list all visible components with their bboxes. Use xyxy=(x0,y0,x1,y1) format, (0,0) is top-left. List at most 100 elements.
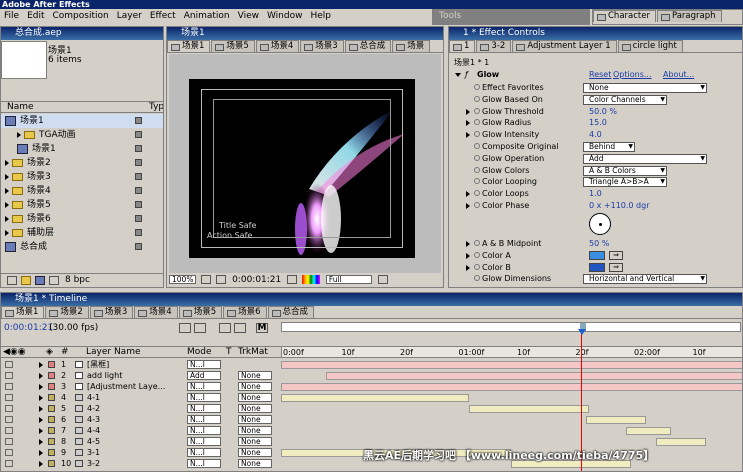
visibility-icon[interactable] xyxy=(5,361,13,368)
expand-icon[interactable] xyxy=(39,395,43,401)
layer-name[interactable]: 4-2 xyxy=(87,403,100,414)
stopwatch-icon[interactable] xyxy=(474,166,480,173)
layer-name[interactable]: add light xyxy=(87,370,122,381)
ec-tab-3-2[interactable]: 3-2 xyxy=(476,40,512,52)
tl-tab-4[interactable]: 场景4 xyxy=(134,306,178,318)
expand-glow-icon[interactable] xyxy=(455,73,461,77)
frame-blend-icon[interactable] xyxy=(234,323,246,333)
visibility-icon[interactable] xyxy=(5,449,13,456)
layer-name[interactable]: 3-2 xyxy=(87,458,100,469)
zoom-dropdown[interactable]: 100% xyxy=(169,275,197,284)
comp-timecode[interactable]: 0:00:01:21 xyxy=(232,275,281,285)
label-swatch[interactable] xyxy=(135,187,142,194)
stopwatch-icon[interactable] xyxy=(474,275,480,282)
blend-mode-dropdown[interactable]: Add xyxy=(187,371,221,380)
menu-animation[interactable]: Animation xyxy=(184,11,230,21)
layer-duration-bar[interactable] xyxy=(469,405,589,413)
trkmat-col[interactable]: TrkMat xyxy=(238,347,268,358)
property-value[interactable]: 4.0 xyxy=(589,129,602,141)
layer-row[interactable]: 1 [黑框] N...l xyxy=(1,359,742,370)
playhead-icon[interactable] xyxy=(578,329,586,335)
visibility-icon[interactable] xyxy=(5,383,13,390)
tl-tab-1[interactable]: 场景1 xyxy=(1,306,45,318)
layer-duration-bar[interactable] xyxy=(656,438,706,446)
expand-icon[interactable] xyxy=(466,191,470,198)
layer-duration-bar[interactable] xyxy=(281,361,742,369)
effect-property-row[interactable]: Glow Radius 15.0 xyxy=(449,117,740,129)
stopwatch-icon[interactable] xyxy=(474,119,480,126)
label-swatch[interactable] xyxy=(135,243,142,250)
fx-toggle-icon[interactable]: ƒ xyxy=(465,69,468,81)
comp-tab-1[interactable]: 场景1 xyxy=(167,40,211,52)
visibility-icon[interactable] xyxy=(5,394,13,401)
effect-property-row[interactable]: Color Looping Triangle A>B>A xyxy=(449,176,740,188)
tl-tab-3[interactable]: 场景3 xyxy=(89,306,134,318)
stopwatch-icon[interactable] xyxy=(474,263,480,270)
label-color[interactable] xyxy=(48,416,55,423)
project-item[interactable]: 场景5 xyxy=(1,198,163,212)
effect-property-row[interactable]: Color B ⇒ xyxy=(449,262,740,274)
trkmat-dropdown[interactable]: None xyxy=(238,382,272,391)
bpc-indicator[interactable]: 8 bpc xyxy=(65,274,90,287)
label-color[interactable] xyxy=(48,460,55,467)
project-item[interactable]: 总合成 xyxy=(1,240,163,254)
expand-icon[interactable] xyxy=(5,201,9,208)
stopwatch-icon[interactable] xyxy=(474,131,480,138)
project-item[interactable]: 场景4 xyxy=(1,184,163,198)
av-features-icon[interactable]: ◀◉◉ xyxy=(3,347,26,358)
label-color[interactable] xyxy=(48,438,55,445)
label-swatch[interactable] xyxy=(135,201,142,208)
comp-tab-main[interactable]: 总合成 xyxy=(344,40,392,52)
effect-property-row[interactable]: Glow Operation Add xyxy=(449,153,740,165)
label-swatch[interactable] xyxy=(135,117,142,124)
roi-icon[interactable] xyxy=(377,275,388,284)
time-ruler[interactable]: 0:00f 10f 20f 01:00f 10f 20f 02:00f 10f xyxy=(281,346,742,358)
blend-mode-dropdown[interactable]: N...l xyxy=(187,382,221,391)
expand-icon[interactable] xyxy=(466,108,470,115)
project-title[interactable]: 总合成.aep xyxy=(1,27,163,40)
visibility-icon[interactable] xyxy=(5,405,13,412)
comp-marker-icon[interactable] xyxy=(179,323,191,333)
expand-icon[interactable] xyxy=(5,229,9,236)
layer-row[interactable]: 3 [Adjustment Laye... N...l None xyxy=(1,381,742,392)
layer-row[interactable]: 8 4-5 N...l None xyxy=(1,436,742,447)
layer-name[interactable]: 3-1 xyxy=(87,447,100,458)
stopwatch-icon[interactable] xyxy=(474,84,480,90)
menu-composition[interactable]: Composition xyxy=(53,11,109,21)
property-value[interactable]: 50 % xyxy=(589,238,609,250)
effect-property-row[interactable]: Glow Dimensions Horizontal and Vertical xyxy=(449,273,740,285)
label-swatch[interactable] xyxy=(135,145,142,152)
blend-mode-dropdown[interactable]: N...l xyxy=(187,393,221,402)
col-type[interactable]: Typ xyxy=(149,102,163,113)
layer-duration-bar[interactable] xyxy=(586,416,646,424)
time-navigator[interactable] xyxy=(281,322,741,332)
menu-window[interactable]: Window xyxy=(267,11,303,21)
resolution-dropdown[interactable]: Full xyxy=(325,275,372,284)
expand-icon[interactable] xyxy=(466,241,470,247)
effect-property-row[interactable]: Effect Favorites None xyxy=(449,82,740,94)
trkmat-dropdown[interactable]: None xyxy=(238,371,272,380)
expand-icon[interactable] xyxy=(39,439,43,445)
color-swatch[interactable] xyxy=(589,262,605,272)
property-dropdown[interactable]: None xyxy=(583,83,707,93)
project-item[interactable]: 场景2 xyxy=(1,156,163,170)
menu-help[interactable]: Help xyxy=(310,11,331,21)
menu-layer[interactable]: Layer xyxy=(117,11,142,21)
effect-controls-title[interactable]: 1 * Effect Controls xyxy=(449,27,742,40)
property-value[interactable]: 1.0 xyxy=(589,188,602,200)
eyedropper-icon[interactable]: ⇒ xyxy=(609,262,623,272)
reset-link[interactable]: Reset xyxy=(589,69,611,81)
mode-col[interactable]: Mode xyxy=(187,347,212,358)
stopwatch-icon[interactable] xyxy=(474,95,480,102)
layer-duration-bar[interactable] xyxy=(626,427,671,435)
ec-tab-1[interactable]: 1 xyxy=(449,40,476,52)
trkmat-dropdown[interactable]: None xyxy=(238,437,272,446)
effect-property-row[interactable]: Glow Based On Color Channels xyxy=(449,94,740,106)
graph-editor-icon[interactable]: M xyxy=(256,323,268,333)
expand-icon[interactable] xyxy=(39,362,43,368)
expand-icon[interactable] xyxy=(5,187,9,194)
blend-mode-dropdown[interactable]: N...l xyxy=(187,404,221,413)
stopwatch-icon[interactable] xyxy=(474,154,480,161)
number-col[interactable]: # xyxy=(61,347,69,358)
expand-icon[interactable] xyxy=(39,450,43,456)
